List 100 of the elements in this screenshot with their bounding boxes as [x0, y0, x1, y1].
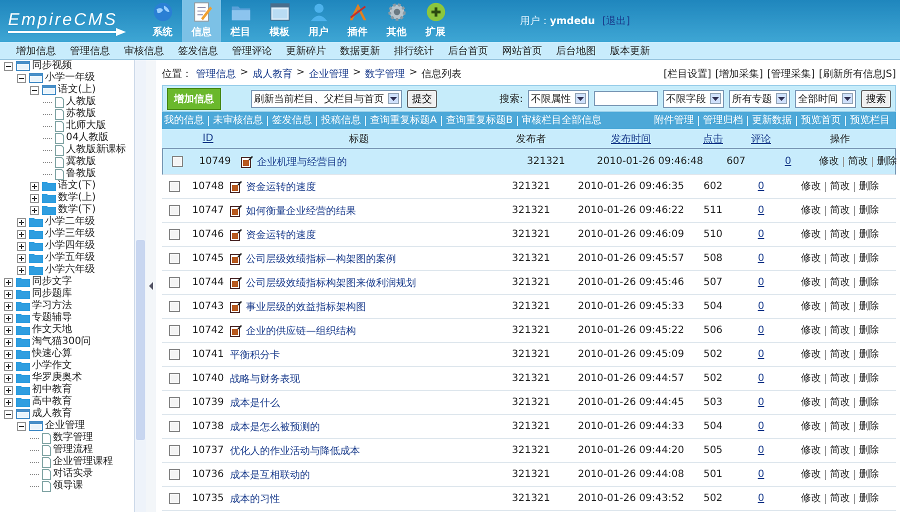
menu-link[interactable]: 数据更新 [340, 44, 380, 58]
row-checkbox[interactable] [168, 373, 180, 384]
action-link[interactable]: 修改 [797, 446, 825, 456]
comments-link[interactable]: 0 [758, 397, 764, 408]
table-row[interactable]: 10743 事业层级的效益指标架构图 321321 2010-01-26 09:45:33 504 0 修改 简改 删除 [162, 295, 896, 319]
action-link[interactable]: [管理采集] [767, 67, 815, 81]
tree-item[interactable]: 对话实录 [53, 468, 93, 480]
action-link[interactable]: 删除 [854, 350, 883, 360]
tree-item[interactable]: 学习方法 [32, 300, 72, 312]
expander-icon[interactable] [4, 398, 13, 407]
table-row[interactable]: 10739 成本是什么 321321 2010-01-26 09:44:45 503 0 修改 简改 删除 [162, 391, 896, 415]
comments-link[interactable]: 0 [758, 205, 764, 216]
breadcrumb-link[interactable]: 数字管理 [365, 67, 406, 81]
search-button[interactable]: 搜索 [861, 90, 891, 108]
time-select[interactable]: 全部时间 [795, 90, 856, 108]
title-link[interactable]: 企业机理与经营目的 [257, 154, 347, 168]
action-link[interactable]: 删除 [854, 446, 883, 456]
row-checkbox[interactable] [168, 181, 180, 192]
action-link[interactable]: 简改 [825, 230, 854, 240]
comments-link[interactable]: 0 [758, 229, 764, 240]
table-row[interactable]: 10737 优化人的作业活动与降低成本 321321 2010-01-26 09:44:20 505 0 修改 简改 删除 [162, 439, 896, 463]
table-row[interactable]: 10741 平衡积分卡 321321 2010-01-26 09:45:09 502 0 修改 简改 删除 [162, 343, 896, 367]
expander-icon[interactable] [4, 314, 13, 323]
expander-icon[interactable] [4, 62, 13, 71]
action-link[interactable]: 简改 [825, 326, 854, 336]
tree-item[interactable]: 人教版新课标 [66, 144, 126, 156]
action-link[interactable]: 修改 [797, 206, 825, 216]
menu-link[interactable]: 网站首页 [502, 44, 542, 58]
action-link[interactable]: 简改 [825, 494, 854, 504]
refresh-select[interactable]: 刷新当前栏目、父栏目与首页 [251, 90, 402, 108]
table-row[interactable]: 10749 企业机理与经营目的 321321 2010-01-26 09:46:48 607 0 修改 简改 删除 [162, 148, 896, 175]
expander-icon[interactable] [4, 326, 13, 335]
comments-link[interactable]: 0 [758, 325, 764, 336]
column-header[interactable]: 点击 [703, 132, 723, 146]
action-link[interactable]: [刷新所有信息JS] [818, 67, 896, 81]
collapse-handle[interactable] [146, 60, 156, 512]
action-link[interactable]: 简改 [843, 156, 872, 166]
action-link[interactable]: 删除 [854, 230, 883, 240]
expander-icon[interactable] [4, 386, 13, 395]
action-link[interactable]: 删除 [854, 470, 883, 480]
action-link[interactable]: 修改 [797, 350, 825, 360]
caret-icon[interactable] [776, 93, 787, 104]
title-link[interactable]: 成本是怎么被预测的 [230, 420, 320, 434]
action-link[interactable]: 删除 [854, 278, 883, 288]
action-link[interactable]: 简改 [825, 422, 854, 432]
expander-icon[interactable] [4, 362, 13, 371]
title-link[interactable]: 企业的供应链—组织结构 [246, 324, 356, 338]
comments-link[interactable]: 0 [784, 156, 792, 167]
expander-icon[interactable] [30, 182, 39, 191]
action-link[interactable]: 修改 [797, 278, 825, 288]
title-link[interactable]: 优化人的作业活动与降低成本 [230, 444, 360, 458]
attribute-select[interactable]: 不限属性 [528, 90, 589, 108]
expander-icon[interactable] [4, 410, 13, 419]
action-link[interactable]: 修改 [797, 422, 825, 432]
title-link[interactable]: 平衡积分卡 [230, 348, 280, 362]
expander-icon[interactable] [4, 290, 13, 299]
row-checkbox[interactable] [168, 229, 180, 240]
column-header[interactable]: 发布时间 [611, 132, 651, 146]
submit-button[interactable]: 提交 [407, 90, 437, 108]
action-link[interactable]: [增加采集] [715, 67, 764, 81]
menu-link[interactable]: 后台地图 [556, 44, 596, 58]
action-link[interactable]: [栏目设置] [663, 67, 712, 81]
menu-link[interactable]: 版本更新 [610, 44, 650, 58]
tree-item[interactable]: 数学(上) [58, 192, 96, 204]
search-field[interactable] [594, 91, 658, 106]
title-link[interactable]: 资金运转的速度 [246, 228, 316, 242]
comments-link[interactable]: 0 [758, 277, 764, 288]
action-link[interactable]: 删除 [854, 422, 883, 432]
tree-item[interactable]: 同步文字 [32, 276, 72, 288]
row-checkbox[interactable] [168, 349, 180, 360]
table-row[interactable]: 10740 战略与财务表现 321321 2010-01-26 09:44:57 502 0 修改 简改 删除 [162, 367, 896, 391]
expander-icon[interactable] [17, 218, 26, 227]
tree-item[interactable]: 冀教版 [66, 156, 96, 168]
row-checkbox[interactable] [168, 253, 180, 264]
tree-item[interactable]: 04人教版 [66, 132, 109, 144]
table-row[interactable]: 10746 资金运转的速度 321321 2010-01-26 09:46:09 510 0 修改 简改 删除 [162, 223, 896, 247]
action-link[interactable]: 修改 [797, 182, 825, 192]
action-link[interactable]: 简改 [825, 374, 854, 384]
tree-item[interactable]: 数字管理 [53, 432, 93, 444]
action-link[interactable]: 简改 [825, 398, 854, 408]
action-link[interactable]: 修改 [797, 374, 825, 384]
comments-link[interactable]: 0 [758, 469, 764, 480]
scrollbar[interactable] [134, 60, 146, 512]
tree-item[interactable]: 小学五年级 [45, 252, 95, 264]
tree-item[interactable]: 同步视频 [32, 60, 72, 72]
row-checkbox[interactable] [168, 397, 180, 408]
tree-item[interactable]: 语文(下) [58, 180, 96, 192]
action-link[interactable]: 简改 [825, 470, 854, 480]
tree-item[interactable]: 小学作文 [32, 360, 72, 372]
action-link[interactable]: 修改 [797, 254, 825, 264]
tree-item[interactable]: 华罗庚奥术 [32, 372, 82, 384]
title-link[interactable]: 如何衡量企业经营的结果 [246, 204, 356, 218]
action-link[interactable]: 删除 [854, 206, 883, 216]
comments-link[interactable]: 0 [758, 349, 764, 360]
row-checkbox[interactable] [168, 205, 180, 216]
action-link[interactable]: 简改 [825, 254, 854, 264]
tree-item[interactable]: 同步题库 [32, 288, 72, 300]
expander-icon[interactable] [17, 266, 26, 275]
table-row[interactable]: 10735 成本的习性 321321 2010-01-26 09:43:52 502 0 修改 简改 删除 [162, 487, 896, 511]
expander-icon[interactable] [17, 74, 26, 83]
